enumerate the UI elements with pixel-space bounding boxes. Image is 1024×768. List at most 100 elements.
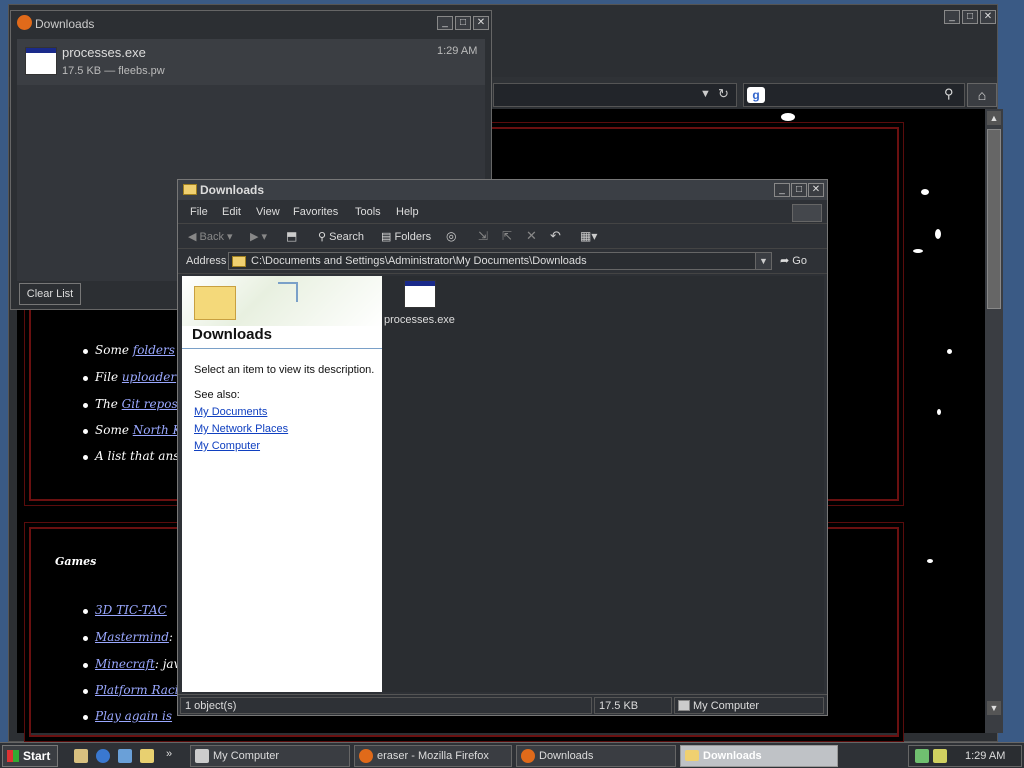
media-player-icon[interactable]	[118, 749, 132, 763]
up-folder-icon[interactable]: ⬒	[286, 229, 297, 243]
home-button[interactable]: ⌂	[967, 83, 997, 107]
page-scrollbar[interactable]: ▲ ▼	[985, 109, 1003, 733]
maximize-icon[interactable]: □	[962, 10, 978, 24]
minimize-icon[interactable]: _	[944, 10, 960, 24]
scroll-down-icon[interactable]: ▼	[987, 701, 1001, 715]
platform-racing-link[interactable]: Platform Racin	[95, 683, 186, 697]
delete-icon[interactable]: ✕	[526, 228, 537, 244]
address-field[interactable]: C:\Documents and Settings\Administrator\…	[228, 252, 772, 270]
exe-file-icon	[404, 280, 436, 308]
menu-tools[interactable]: Tools	[355, 206, 381, 218]
maximize-icon[interactable]: □	[455, 16, 471, 30]
folders-link[interactable]: folders	[133, 343, 175, 357]
reload-icon[interactable]: ↻	[718, 86, 729, 102]
download-time: 1:29 AM	[437, 45, 478, 57]
home-icon: ⌂	[977, 87, 987, 103]
bullet	[83, 455, 88, 460]
security-icon[interactable]	[933, 749, 947, 763]
menu-file[interactable]: File	[190, 206, 208, 218]
close-icon[interactable]: ✕	[473, 16, 489, 30]
downloads-title-bar[interactable]: Downloads _ □ ✕	[11, 11, 491, 35]
scroll-up-icon[interactable]: ▲	[987, 111, 1001, 125]
file-item[interactable]: processes.exe	[382, 276, 458, 332]
go-button[interactable]: ➦ Go	[780, 252, 824, 270]
folder-icon	[685, 750, 699, 761]
decorative-frame	[278, 282, 298, 302]
clear-list-button[interactable]: Clear List	[19, 283, 81, 305]
exe-file-icon	[25, 47, 57, 75]
chevron-down-icon[interactable]: ▼	[755, 253, 771, 269]
git-repos-link[interactable]: Git repos	[122, 397, 178, 411]
file-list-area[interactable]: processes.exe	[382, 276, 824, 692]
decorative-speck	[947, 349, 952, 354]
internet-explorer-icon[interactable]	[96, 749, 110, 763]
list-item: Some folders y	[95, 343, 186, 357]
decorative-speck	[935, 229, 941, 239]
my-documents-link[interactable]: My Documents	[194, 406, 267, 418]
download-filename: processes.exe	[62, 45, 146, 60]
show-desktop-icon[interactable]	[74, 749, 88, 763]
minimize-icon[interactable]: _	[437, 16, 453, 30]
task-firefox[interactable]: eraser - Mozilla Firefox	[354, 745, 512, 767]
see-also-label: See also:	[194, 389, 240, 401]
network-icon[interactable]	[915, 749, 929, 763]
magnifier-icon[interactable]: ⚲	[944, 86, 954, 102]
menu-bar: File Edit View Favorites Tools Help	[178, 202, 827, 224]
decorative-speck	[927, 559, 933, 563]
start-button[interactable]: Start	[2, 745, 58, 767]
list-item: Mastermind: p	[95, 630, 184, 644]
url-bar[interactable]: ▼ ↻	[493, 83, 737, 107]
uploader-link[interactable]: uploader	[122, 370, 176, 384]
menu-edit[interactable]: Edit	[222, 206, 241, 218]
bullet	[83, 663, 88, 668]
google-icon[interactable]: g	[747, 87, 765, 103]
list-item: File uploader	[95, 370, 177, 384]
download-details: 17.5 KB — fleebs.pw	[62, 65, 165, 77]
my-computer-link[interactable]: My Computer	[194, 440, 260, 452]
list-item: Some North K	[95, 423, 182, 437]
menu-favorites[interactable]: Favorites	[293, 206, 338, 218]
my-network-places-link[interactable]: My Network Places	[194, 423, 288, 435]
close-icon[interactable]: ✕	[980, 10, 996, 24]
status-bar: 1 object(s) 17.5 KB My Computer	[178, 694, 827, 715]
pane-heading: Downloads	[192, 326, 273, 343]
search-icon: ⚲	[318, 231, 327, 243]
search-button[interactable]: ⚲ Search	[318, 230, 364, 243]
back-button[interactable]: ◀ Back ▾	[188, 230, 233, 243]
chevron-right-icon[interactable]: »	[166, 748, 172, 760]
list-item: Platform Racin	[95, 683, 186, 697]
forward-button[interactable]: ▶ ▾	[250, 230, 267, 243]
minecraft-link[interactable]: Minecraft	[95, 657, 155, 671]
menu-help[interactable]: Help	[396, 206, 419, 218]
folders-button[interactable]: ▤ Folders	[381, 230, 431, 243]
explorer-toolbar: ◀ Back ▾ ▶ ▾ ⬒ ⚲ Search ▤ Folders ◎ ⇲ ⇱ …	[178, 225, 827, 249]
scroll-thumb[interactable]	[987, 129, 1001, 309]
window-title: Downloads	[35, 17, 95, 31]
copy-to-icon[interactable]: ⇱	[502, 229, 512, 243]
status-zone: My Computer	[674, 697, 824, 714]
views-icon[interactable]: ▦▾	[580, 229, 597, 243]
move-to-icon[interactable]: ⇲	[478, 229, 488, 243]
minimize-icon[interactable]: _	[774, 183, 790, 197]
play-again-link[interactable]: Play again is	[95, 709, 172, 723]
search-bar[interactable]: g ⚲	[743, 83, 965, 107]
close-icon[interactable]: ✕	[808, 183, 824, 197]
explorer-quicklaunch-icon[interactable]	[140, 749, 154, 763]
dropdown-arrow-icon[interactable]: ▼	[700, 88, 711, 100]
menu-view[interactable]: View	[256, 206, 280, 218]
tic-tac-link[interactable]: 3D TIC-TAC	[95, 603, 167, 617]
task-downloads-explorer[interactable]: Downloads	[680, 745, 838, 767]
task-my-computer[interactable]: My Computer	[190, 745, 350, 767]
mastermind-link[interactable]: Mastermind	[95, 630, 169, 644]
history-icon[interactable]: ◎	[446, 229, 456, 243]
bullet	[83, 715, 88, 720]
undo-icon[interactable]: ↶	[550, 228, 561, 244]
address-label: Address	[186, 255, 227, 267]
bullet	[83, 349, 88, 354]
download-item[interactable]: processes.exe 17.5 KB — fleebs.pw 1:29 A…	[17, 39, 485, 85]
explorer-title-bar[interactable]: Downloads _ □ ✕	[178, 180, 827, 200]
maximize-icon[interactable]: □	[791, 183, 807, 197]
task-downloads-firefox[interactable]: Downloads	[516, 745, 676, 767]
decorative-speck	[913, 249, 923, 253]
north-k-link[interactable]: North K	[133, 423, 182, 437]
